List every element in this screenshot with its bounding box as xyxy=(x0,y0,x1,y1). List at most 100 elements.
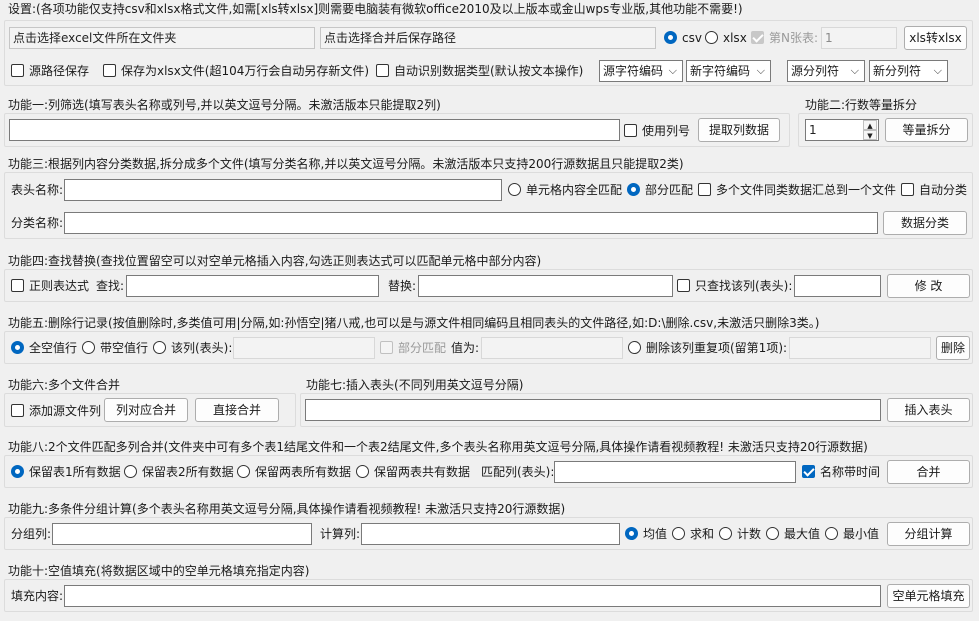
name-with-time-checkbox[interactable]: 名称带时间 xyxy=(802,464,880,480)
f5-value-input[interactable] xyxy=(481,337,623,359)
source-path-save-checkbox[interactable]: 源路径保存 xyxy=(11,63,89,79)
add-source-column-checkbox[interactable]: 添加源文件列 xyxy=(11,403,101,419)
radio-keep-table2[interactable]: 保留表2所有数据 xyxy=(124,464,234,480)
checkbox-box xyxy=(751,31,764,44)
f9-title: 功能九:多条件分组计算(多个表头名称用英文逗号分隔,具体操作请看视频教程! 未激… xyxy=(8,502,566,516)
radio-dot xyxy=(672,527,685,540)
radio-xlsx[interactable]: xlsx xyxy=(705,30,747,46)
source-folder-field[interactable]: 点击选择excel文件所在文件夹 xyxy=(9,27,315,49)
f5-title: 功能五:删除行记录(按值删除时,多类值可用|分隔,如:孙悟空|猪八戒,也可以是与… xyxy=(8,316,820,330)
fill-empty-cells-button[interactable]: 空单元格填充 xyxy=(887,584,970,608)
radio-csv[interactable]: csv xyxy=(664,30,702,46)
f1-use-colnum-checkbox[interactable]: 使用列号 xyxy=(624,123,690,139)
f5-value-label: 值为: xyxy=(451,341,480,355)
radio-sum[interactable]: 求和 xyxy=(672,526,714,542)
radio-keep-all[interactable]: 保留两表所有数据 xyxy=(237,464,351,480)
radio-dot xyxy=(153,341,166,354)
merge-same-category-checkbox[interactable]: 多个文件同类数据汇总到一个文件 xyxy=(698,182,896,198)
f3-title: 功能三:根据列内容分类数据,拆分成多个文件(填写分类名称,并以英文逗号分隔。未激… xyxy=(8,157,684,171)
f4-replace-label: 替换: xyxy=(388,279,417,293)
radio-min[interactable]: 最小值 xyxy=(825,526,879,542)
f7-header-input[interactable] xyxy=(305,399,881,421)
merge-button[interactable]: 合并 xyxy=(887,460,970,484)
down-arrow-icon[interactable]: ▼ xyxy=(863,130,877,140)
auto-detect-type-checkbox[interactable]: 自动识别数据类型(默认按文本操作) xyxy=(376,63,583,79)
direct-merge-button[interactable]: 直接合并 xyxy=(195,398,279,422)
f10-title: 功能十:空值填充(将数据区域中的空单元格填充指定内容) xyxy=(8,564,310,578)
radio-full-match[interactable]: 单元格内容全匹配 xyxy=(508,182,622,198)
f7-title: 功能七:插入表头(不同列用英文逗号分隔) xyxy=(306,378,524,392)
stepper-arrows[interactable]: ▲ ▼ xyxy=(863,120,877,140)
checkbox-box xyxy=(11,279,24,292)
save-as-xlsx-checkbox[interactable]: 保存为xlsx文件(超104万行会自动另存新文件) xyxy=(103,63,369,79)
classify-data-button[interactable]: 数据分类 xyxy=(883,211,967,235)
radio-dot xyxy=(508,183,521,196)
delete-button[interactable]: 删除 xyxy=(936,336,970,360)
radio-rows-with-empty[interactable]: 带空值行 xyxy=(82,340,148,356)
source-delimiter-select[interactable]: 源分列符 ⌵ xyxy=(787,60,865,82)
source-encoding-select[interactable]: 源字符编码 ⌵ xyxy=(599,60,683,82)
f4-column-input[interactable] xyxy=(794,275,881,297)
radio-delete-duplicates[interactable]: 删除该列重复项(留第1项): xyxy=(628,340,787,356)
checkbox-box xyxy=(677,279,690,292)
f9-calc-input[interactable] xyxy=(361,523,620,545)
f2-title: 功能二:行数等量拆分 xyxy=(805,98,918,112)
up-arrow-icon[interactable]: ▲ xyxy=(863,120,877,130)
group-calc-button[interactable]: 分组计算 xyxy=(887,522,970,546)
radio-all-empty-rows[interactable]: 全空值行 xyxy=(11,340,77,356)
chevron-down-icon: ⌵ xyxy=(850,64,859,77)
f1-columns-input[interactable] xyxy=(9,119,620,141)
f2-rows-stepper[interactable]: 1 ▲ ▼ xyxy=(805,119,879,141)
f8-title: 功能八:2个文件匹配多列合并(文件夹中可有多个表1结尾文件和一个表2结尾文件,多… xyxy=(8,440,868,454)
partial-match-checkbox[interactable]: 部分匹配 xyxy=(380,340,446,356)
sheet-n-field[interactable]: 1 xyxy=(821,27,897,49)
f9-group-input[interactable] xyxy=(52,523,312,545)
f10-fill-label: 填充内容: xyxy=(11,589,64,603)
checkbox-box xyxy=(802,465,815,478)
modify-button[interactable]: 修 改 xyxy=(887,274,970,298)
checkbox-box xyxy=(11,64,24,77)
f5-column-input[interactable] xyxy=(233,337,375,359)
f4-find-input[interactable] xyxy=(126,275,379,297)
f3-header-label: 表头名称: xyxy=(11,183,64,197)
f4-replace-input[interactable] xyxy=(418,275,673,297)
only-column-checkbox[interactable]: 只查找该列(表头): xyxy=(677,278,792,294)
radio-partial-match[interactable]: 部分匹配 xyxy=(627,182,693,198)
radio-dot xyxy=(766,527,779,540)
radio-dot xyxy=(11,465,24,478)
checkbox-box xyxy=(11,404,24,417)
checkbox-box xyxy=(380,341,393,354)
f3-header-input[interactable] xyxy=(64,179,502,201)
sheet-n-checkbox[interactable]: 第N张表: xyxy=(751,30,818,46)
f10-fill-input[interactable] xyxy=(64,585,881,607)
xls-to-xlsx-button[interactable]: xls转xlsx xyxy=(904,26,967,50)
f4-title: 功能四:查找替换(查找位置留空可以对空单元格插入内容,勾选正则表达式可以匹配单元… xyxy=(8,254,542,268)
regex-checkbox[interactable]: 正则表达式 xyxy=(11,278,89,294)
f3-category-input[interactable] xyxy=(64,212,878,234)
radio-count[interactable]: 计数 xyxy=(719,526,761,542)
radio-dot xyxy=(664,31,677,44)
radio-keep-table1[interactable]: 保留表1所有数据 xyxy=(11,464,121,480)
equal-split-button[interactable]: 等量拆分 xyxy=(885,118,968,142)
save-path-field[interactable]: 点击选择合并后保存路径 xyxy=(320,27,656,49)
radio-dot xyxy=(825,527,838,540)
new-encoding-select[interactable]: 新字符编码 ⌵ xyxy=(686,60,771,82)
radio-dot xyxy=(124,465,137,478)
f8-match-label: 匹配列(表头): xyxy=(481,465,555,479)
f5-dup-column-input[interactable] xyxy=(789,337,931,359)
radio-dot xyxy=(82,341,95,354)
chevron-down-icon: ⌵ xyxy=(933,64,942,77)
f9-calc-label: 计算列: xyxy=(320,527,361,541)
auto-classify-checkbox[interactable]: 自动分类 xyxy=(901,182,967,198)
f8-match-input[interactable] xyxy=(554,461,796,483)
new-delimiter-select[interactable]: 新分列符 ⌵ xyxy=(869,60,948,82)
f9-group-label: 分组列: xyxy=(11,527,52,541)
radio-by-column[interactable]: 该列(表头): xyxy=(153,340,232,356)
radio-keep-common[interactable]: 保留两表共有数据 xyxy=(356,464,470,480)
radio-max[interactable]: 最大值 xyxy=(766,526,820,542)
settings-title: 设置:(各项功能仅支持csv和xlsx格式文件,如需[xls转xlsx]则需要电… xyxy=(8,2,743,16)
insert-header-button[interactable]: 插入表头 xyxy=(887,398,970,422)
radio-mean[interactable]: 均值 xyxy=(625,526,667,542)
column-merge-button[interactable]: 列对应合并 xyxy=(104,398,188,422)
extract-columns-button[interactable]: 提取列数据 xyxy=(698,118,780,142)
